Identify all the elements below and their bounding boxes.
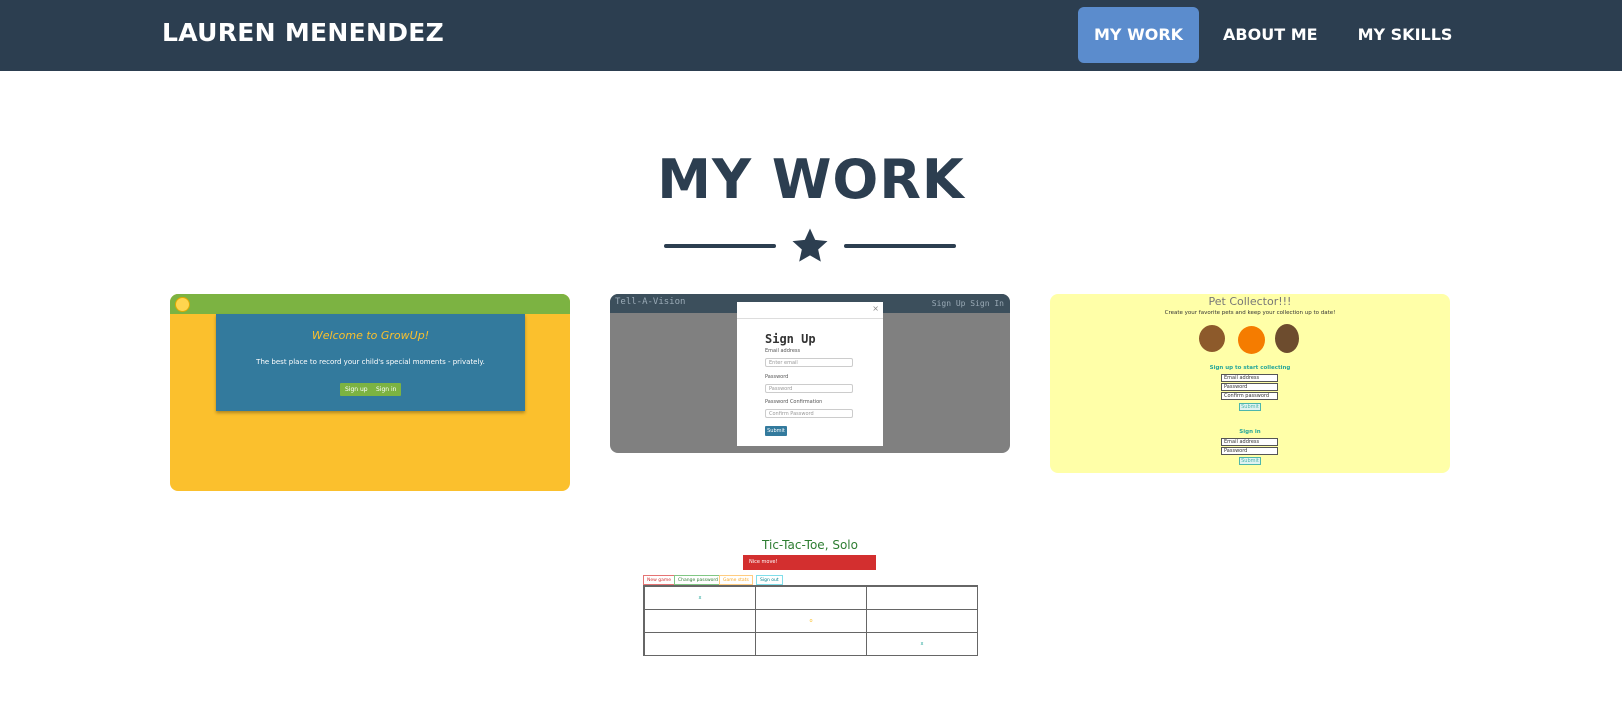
brand-name[interactable]: LAUREN MENENDEZ [162, 18, 444, 47]
pet-signin-password: Password [1221, 447, 1278, 455]
project-tell-a-vision[interactable]: Tell-A-Vision Sign Up Sign In × Sign Up … [610, 294, 1010, 453]
project-growup[interactable]: Welcome to GrowUp! The best place to rec… [170, 294, 570, 491]
pet-password-field: Password [1221, 383, 1278, 391]
ttt-new-game-button: New game [643, 575, 676, 585]
pet-signin-heading: Sign in [1239, 429, 1261, 435]
ttt-change-password-button: Change password [674, 575, 723, 585]
close-icon: × [872, 304, 879, 313]
pet-signup-submit: Submit [1239, 403, 1261, 411]
tav-confirm-label: Password Confirmation [765, 399, 823, 405]
growup-text: The best place to record your child's sp… [256, 358, 485, 366]
ttt-sign-out-button: Sign out [756, 575, 783, 585]
ttt-game-stats-button: Game stats [719, 575, 753, 585]
ttt-cell [644, 632, 756, 656]
pet-signin-email: Email address [1221, 438, 1278, 446]
ttt-cell [755, 586, 867, 610]
tav-submit-button: Submit [765, 426, 787, 436]
cat-pet-icon [1275, 324, 1299, 353]
nav-links: MY WORK ABOUT ME MY SKILLS [1078, 7, 1476, 63]
growup-topbar [170, 294, 570, 314]
tav-email-label: Email address [765, 348, 801, 354]
growup-heading: Welcome to GrowUp! [311, 329, 430, 342]
growup-signup-button: Sign up [340, 383, 373, 396]
tav-nav: Sign Up Sign In [931, 299, 1004, 308]
dog-pet-icon [1199, 325, 1225, 352]
ttt-board: x o x [643, 585, 978, 656]
pet-text: Create your favorite pets and keep your … [1164, 310, 1336, 316]
pet-signin-submit: Submit [1239, 457, 1261, 465]
owl-pet-icon [1238, 326, 1265, 354]
ttt-cell: x [644, 586, 756, 610]
tav-email-field: Enter email [765, 358, 853, 367]
growup-signin-button: Sign in [371, 383, 402, 396]
tav-signup-modal: × Sign Up Email address Enter email Pass… [737, 302, 883, 446]
pet-heading: Pet Collector!!! [1208, 295, 1292, 308]
project-pet-collector[interactable]: Pet Collector!!! Create your favorite pe… [1050, 294, 1450, 473]
ttt-cell: o [755, 609, 867, 633]
nav-about-me[interactable]: ABOUT ME [1207, 7, 1334, 63]
growup-welcome-panel: Welcome to GrowUp! The best place to rec… [216, 314, 525, 411]
ttt-cell [755, 632, 867, 656]
ttt-cell [644, 609, 756, 633]
divider-line-left [664, 244, 776, 248]
ttt-cell [866, 586, 978, 610]
ttt-cell [866, 609, 978, 633]
chick-icon [175, 297, 190, 312]
nav-my-work[interactable]: MY WORK [1078, 7, 1200, 63]
tav-heading: Sign Up [765, 332, 816, 346]
nav-my-skills[interactable]: MY SKILLS [1342, 7, 1469, 63]
project-tic-tac-toe[interactable]: Tic-Tac-Toe, Solo Nice move! New game Ch… [640, 533, 980, 663]
star-icon [792, 228, 828, 262]
section-title: MY WORK [657, 148, 965, 211]
navbar: LAUREN MENENDEZ MY WORK ABOUT ME MY SKIL… [0, 0, 1622, 71]
ttt-heading: Tic-Tac-Toe, Solo [762, 538, 858, 552]
tav-password-label: Password [765, 374, 789, 380]
ttt-cell: x [866, 632, 978, 656]
title-divider [663, 226, 957, 266]
pet-email-field: Email address [1221, 374, 1278, 382]
pet-signup-heading: Sign up to start collecting [1209, 365, 1291, 371]
tav-modal-divider [737, 318, 883, 319]
divider-line-right [844, 244, 956, 248]
tav-brand: Tell-A-Vision [615, 297, 686, 307]
tav-confirm-field: Confirm Password [765, 409, 853, 418]
ttt-alert: Nice move! [743, 555, 876, 570]
pet-confirm-field: Confirm password [1221, 392, 1278, 400]
tav-password-field: Password [765, 384, 853, 393]
